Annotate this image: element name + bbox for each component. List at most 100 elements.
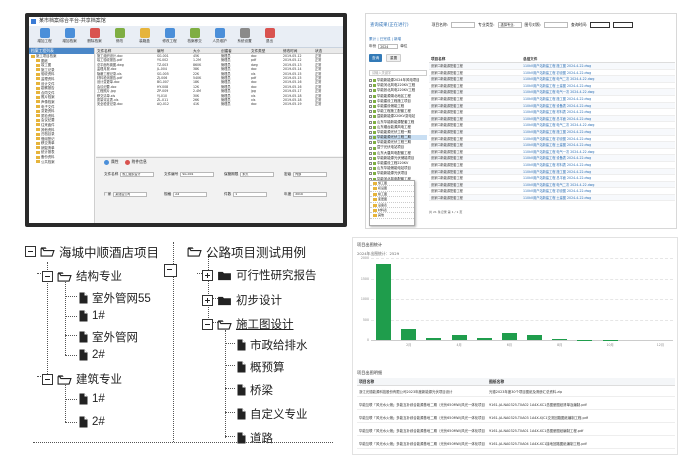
drawing-input[interactable] — [543, 22, 568, 28]
column-header[interactable]: 文件类型 — [250, 48, 282, 53]
checkbox-icon[interactable] — [369, 146, 372, 150]
table-row[interactable]: 张家口新能源配套工程 110kV用户站新建工程 电气一次 2024-4-22.dw… — [429, 149, 675, 156]
form-field-input[interactable]: 永久 — [240, 172, 275, 177]
tree-node-expanded-marker[interactable] — [164, 264, 181, 277]
table-row[interactable]: 张家口新能源配套工程 110kV用户站新建工程 设备表 2024-4-22.dwg — [429, 155, 675, 162]
file-link[interactable]: 110kV用户站新建工程 电气二次 2024-4-22.dwg — [521, 76, 673, 82]
table-row[interactable]: 张家口新能源配套工程 110kV用户站新建工程 施工图 2024-4-22.dwg — [429, 96, 675, 103]
checkbox-icon[interactable] — [369, 125, 372, 129]
project-name-input[interactable] — [451, 22, 476, 28]
expand-toggle-icon[interactable] — [202, 294, 213, 306]
column-header[interactable]: 文件名称 — [96, 48, 156, 53]
table-row[interactable]: 张家口新能源配套工程 110kV用户站新建工程 初设图 2024-4-22.dwg — [429, 136, 675, 143]
checkbox-icon[interactable] — [369, 167, 372, 171]
popup-item[interactable]: 其他 — [370, 213, 414, 219]
column-header[interactable]: 大小 — [192, 48, 220, 53]
tree-leaf[interactable]: 桥梁 — [237, 382, 273, 398]
table-row[interactable]: 张家口新能源配套工程 110kV用户站新建工程 电气二次 2024-4-22.dw… — [429, 76, 675, 83]
search-button[interactable]: 查询 — [369, 54, 383, 62]
table-row[interactable]: 张家口新能源配套工程 110kV用户站新建工程 土建图 2024-4-22.dwg — [429, 142, 675, 149]
checkbox-icon[interactable] — [369, 162, 372, 166]
tree-node-group[interactable]: 初步设计 — [202, 292, 282, 308]
toolbar-button[interactable]: 增加工程 — [32, 26, 57, 47]
tree-node-group[interactable]: 施工图设计 — [202, 316, 294, 332]
table-row[interactable]: 张家口新能源配套工程 110kV用户站新建工程 电气一次 2024-4-22.dw… — [429, 89, 675, 96]
collapse-toggle-icon[interactable] — [202, 318, 213, 330]
bar[interactable] — [401, 328, 417, 340]
file-link[interactable]: 110kV用户站新建工程 初设图 2024-4-22.dwg — [521, 188, 673, 194]
checkbox-icon[interactable] — [369, 115, 372, 119]
file-link[interactable]: 110kV用户站新建工程 初设图 2024-4-22.dwg — [521, 136, 673, 142]
list-item[interactable]: 华能互联「风光水火储」多能互补综合能源基地二期（光伏650MW)风光一体化项目 9… — [357, 440, 675, 449]
list-item[interactable]: 华能互联「风光水火储」多能互补综合能源基地二期（光伏650MW)风光一体化项目 9… — [357, 427, 675, 436]
form-field-input[interactable]: 某建设公司 — [113, 192, 148, 197]
collapse-toggle-icon[interactable] — [25, 246, 36, 257]
file-link[interactable]: 110kV用户站新建工程 电气一次 2024-4-22.dwg — [521, 149, 673, 155]
tree-leaf[interactable]: 概预算 — [237, 359, 285, 375]
file-link[interactable]: 110kV用户站新建工程 施工图 2024-4-22.dwg — [521, 96, 673, 102]
table-row[interactable]: 张家口新能源配套工程 110kV用户站新建工程 土建图 2024-4-22.dwg — [429, 194, 675, 202]
table-row[interactable]: 张家口新能源配套工程 110kV用户站新建工程 土建图 2024-4-22.dwg — [429, 83, 675, 90]
checkbox-icon[interactable] — [369, 172, 372, 176]
file-link[interactable]: 110kV用户站新建工程 初设图 2024-4-22.dwg — [521, 70, 673, 76]
table-row[interactable]: 安全检查记录.doc AQ-012 41K 管理员 doc 2019-05-19 正常 — [96, 102, 343, 106]
checkbox-icon[interactable] — [369, 136, 372, 140]
file-link[interactable]: 110kV用户站新建工程 施工图 2024-4-22.dwg — [521, 129, 673, 135]
tree-leaf[interactable]: 1# — [79, 393, 105, 405]
sub-links[interactable]: 累计 | 已完成 | 新增 — [369, 37, 401, 42]
table-row[interactable]: 张家口新能源配套工程 110kV用户站新建工程 施工图 2024-4-22.dwg — [429, 63, 675, 70]
tree-leaf[interactable]: 1# — [79, 310, 105, 322]
table-row[interactable]: 张家口新能源配套工程 110kV用户站新建工程 施工图 2024-4-22.dwg — [429, 168, 675, 176]
tree-leaf[interactable]: 2# — [79, 416, 105, 428]
bar[interactable] — [426, 337, 442, 340]
tree-leaf[interactable]: 2# — [79, 349, 105, 361]
tree-node-root[interactable]: 公路项目测试用例 — [187, 242, 306, 261]
checkbox-icon[interactable] — [369, 89, 372, 93]
column-header[interactable]: 状态 — [314, 48, 343, 53]
bar[interactable] — [451, 334, 467, 340]
tree-leaf[interactable]: 室外管网 — [79, 329, 138, 345]
toolbar-button[interactable]: 人员维护 — [207, 26, 232, 47]
toolbar-button[interactable]: 删除档案 — [82, 26, 107, 47]
table-row[interactable]: 张家口新能源配套工程 110kV用户站新建工程 总平面 2024-4-22.dwg — [429, 175, 675, 182]
reset-button[interactable]: 重置 — [386, 54, 402, 62]
file-link[interactable]: 110kV用户站新建工程 电气一次 2024-4-22.dwg — [521, 89, 673, 95]
toolbar-button[interactable]: 修改工程 — [157, 26, 182, 47]
tree-leaf[interactable]: 市政给排水 — [237, 337, 308, 353]
tree-filter-input[interactable]: 请输入关键字 — [369, 70, 427, 76]
form-field-input[interactable]: 2019 — [293, 192, 328, 197]
file-link[interactable]: 110kV用户站新建工程 总平面 2024-4-22.dwg — [521, 175, 673, 181]
bar[interactable] — [501, 333, 517, 340]
checkbox-icon[interactable] — [369, 94, 372, 98]
table-row[interactable]: 张家口新能源配套工程 110kV用户站新建工程 初设图 2024-4-22.dwg — [429, 188, 675, 195]
tab-attachments[interactable]: 附件信息 — [124, 158, 147, 166]
file-link[interactable]: 110kV用户站新建工程 设备表 2024-4-22.dwg — [521, 155, 673, 161]
checkbox-icon[interactable] — [369, 130, 372, 134]
table-row[interactable]: 张家口新能源配套工程 110kV用户站新建工程 材料表 2024-4-22.dwg — [429, 162, 675, 169]
tree-node-root[interactable]: 海城中顺酒店项目 — [25, 242, 159, 261]
list-item[interactable]: 华能互联「风光水火储」多能互补综合能源基地二期（光伏650MW)风光一体化项目 9… — [357, 414, 675, 423]
form-field-input[interactable]: SG-001 — [180, 172, 215, 177]
file-link[interactable]: 110kV用户站新建工程 施工图 2024-4-22.dwg — [521, 169, 673, 175]
checkbox-icon[interactable] — [369, 99, 372, 103]
checkbox-icon[interactable] — [369, 141, 372, 145]
tab-attributes[interactable]: 属性 — [104, 158, 119, 166]
table-row[interactable]: 张家口新能源配套工程 110kV用户站新建工程 材料表 2024-4-22.dwg — [429, 109, 675, 116]
table-row[interactable]: 张家口新能源配套工程 110kV用户站新建工程 初设图 2024-4-22.dwg — [429, 70, 675, 77]
collapse-toggle-icon[interactable] — [164, 264, 177, 277]
bar[interactable] — [476, 338, 492, 340]
date-end-input[interactable] — [613, 22, 634, 28]
column-header[interactable]: 编号 — [156, 48, 192, 53]
tree-leaf[interactable]: 道路 — [237, 430, 273, 446]
checkbox-icon[interactable] — [369, 120, 372, 124]
collapse-toggle-icon[interactable] — [42, 270, 53, 282]
form-field-input[interactable]: 1 — [233, 192, 268, 197]
column-header[interactable]: 创建者 — [220, 48, 250, 53]
file-link[interactable]: 110kV用户站新建工程 总平面 2024-4-22.dwg — [521, 116, 673, 122]
bar[interactable] — [376, 264, 392, 340]
date-start-input[interactable] — [590, 22, 611, 28]
toolbar-button[interactable]: 档案移交 — [182, 26, 207, 47]
checkbox-icon[interactable] — [369, 105, 372, 109]
toolbar-button[interactable]: 退出 — [257, 26, 282, 47]
file-link[interactable]: 110kV用户站新建工程 施工图 2024-4-22.dwg — [521, 63, 673, 69]
